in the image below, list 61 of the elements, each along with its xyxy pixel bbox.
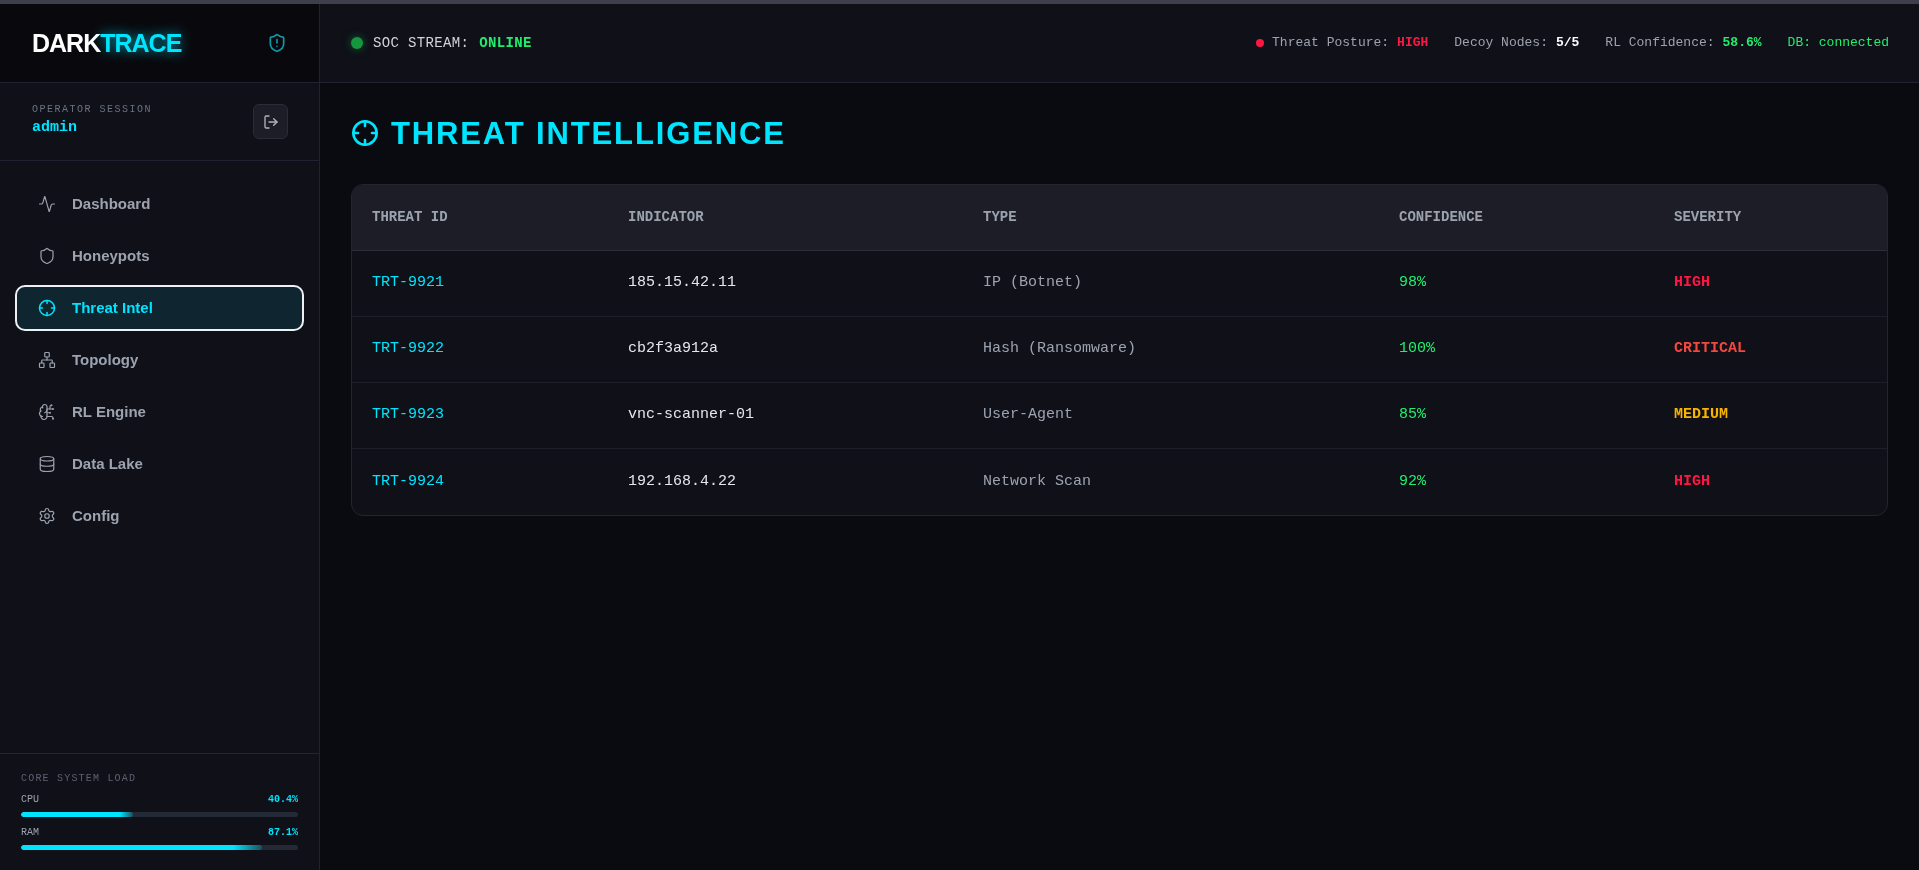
meter-reading: 87.1% [268, 828, 298, 838]
database-icon [38, 455, 56, 473]
type-cell-text: IP (Botnet) [983, 273, 1084, 294]
meter-label: CPU [21, 795, 39, 805]
indicator-cell-text: 192.168.4.22 [628, 471, 738, 492]
stat-label: Threat Posture: [1272, 34, 1390, 53]
threat-id-cell-text: TRT-9924 [372, 471, 445, 492]
nav-item[interactable]: Data Lake [15, 441, 304, 487]
crosshair-icon [351, 119, 379, 147]
stat-value: 5/5 [1555, 34, 1580, 53]
column-header: INDICATOR [628, 208, 705, 227]
shield-icon [38, 247, 56, 265]
stat-label: RL Confidence: [1605, 34, 1715, 53]
indicator-cell-text: cb2f3a912a [628, 339, 719, 360]
nav-item[interactable]: Config [15, 493, 304, 539]
severity-cell-text: HIGH [1674, 471, 1711, 492]
type-cell-text: User-Agent [983, 405, 1074, 426]
network-icon [38, 351, 56, 369]
logo-wordmark: DARKTRACE [32, 30, 182, 56]
brain-circuit-icon [38, 403, 56, 421]
indicator-cell-text: 185.15.42.11 [628, 273, 738, 294]
db-status: DB: connected [1787, 34, 1889, 53]
meter-label: RAM [21, 828, 39, 838]
stat-value: 58.6% [1722, 34, 1762, 53]
stat-label: Decoy Nodes: [1454, 34, 1548, 53]
stream-label: SOC STREAM: [373, 33, 470, 53]
confidence-cell-text: 100% [1399, 339, 1436, 360]
confidence-cell-text: 85% [1399, 405, 1427, 426]
nav-item[interactable]: Topology [15, 337, 304, 383]
column-header: TYPE [983, 208, 1018, 227]
severity-cell-text: CRITICAL [1674, 339, 1747, 360]
threat-id-cell-text: TRT-9922 [372, 339, 445, 360]
threat-id-cell-text: TRT-9921 [372, 273, 445, 294]
column-header: THREAT ID [372, 208, 449, 227]
confidence-cell-text: 98% [1399, 273, 1427, 294]
type-cell-text: Network Scan [983, 471, 1093, 492]
severity-cell-text: HIGH [1674, 273, 1711, 294]
type-cell-text: Hash (Ransomware) [983, 339, 1138, 360]
pulse-icon [38, 195, 56, 213]
session-user: admin [32, 119, 78, 138]
column-header: SEVERITY [1674, 208, 1743, 227]
system-load-title: CORE SYSTEM LOAD [21, 774, 138, 784]
indicator-cell-text: vnc-scanner-01 [628, 405, 756, 426]
stream-value: ONLINE [479, 33, 532, 53]
logout-button[interactable] [253, 104, 288, 139]
meter-reading: 40.4% [268, 795, 298, 805]
severity-cell-text: MEDIUM [1674, 405, 1729, 426]
nav-item[interactable]: Honeypots [15, 233, 304, 279]
nav-item[interactable]: RL Engine [15, 389, 304, 435]
threat-id-cell-text: TRT-9923 [372, 405, 445, 426]
nav-item[interactable]: Dashboard [15, 181, 304, 227]
column-header: CONFIDENCE [1399, 208, 1484, 227]
nav-item[interactable]: Threat Intel [15, 285, 304, 331]
session-label: OPERATOR SESSION [32, 105, 152, 116]
settings-icon [38, 507, 56, 525]
stat-value: HIGH [1397, 34, 1429, 53]
shield-alert-icon [267, 33, 287, 53]
logout-icon [262, 113, 279, 130]
page-title: THREAT INTELLIGENCE [391, 117, 786, 149]
crosshair-icon [38, 299, 56, 317]
confidence-cell-text: 92% [1399, 471, 1427, 492]
